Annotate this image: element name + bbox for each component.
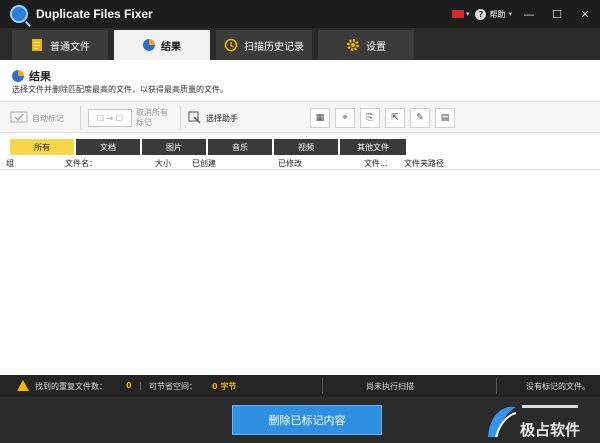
monitor-check-icon — [10, 111, 28, 123]
watermark-text: 极占软件 — [520, 421, 580, 439]
auto-mark-label: 自动标记 — [32, 113, 64, 123]
title-bar: Duplicate Files Fixer ▾ ? 帮助 ▾ — ☐ ✕ — [0, 0, 600, 28]
filter-tab-documents[interactable]: 文档 — [76, 139, 140, 155]
duplicates-count-value: 0 — [126, 381, 132, 390]
grid-icon: ▦ — [315, 113, 325, 123]
export-icon: ⎘ — [366, 113, 374, 123]
page-title: 结果 — [29, 70, 51, 83]
column-header-filename[interactable]: 文件名： — [65, 158, 97, 169]
tab-results[interactable]: 结果 — [114, 30, 210, 60]
filter-tab-other[interactable]: 其他文件 — [340, 139, 406, 155]
close-button[interactable]: ✕ — [574, 4, 596, 24]
status-bar: 找到的重复文件数： 0 | 可节省空间： 0 字节 尚未执行扫描 没有标记的文件… — [0, 375, 600, 397]
space-saved-value: 0 字节 — [212, 382, 237, 391]
space-saved-label: 可节省空间： — [149, 382, 197, 391]
column-header-folder-path[interactable]: 文件夹路径 — [404, 158, 444, 169]
language-selector[interactable]: ▾ — [451, 10, 470, 18]
site-watermark-logo: 极占软件 — [488, 405, 580, 439]
unmark-arrow-icon: ☐ → ☐ — [88, 109, 132, 127]
filter-tab-images[interactable]: 图片 — [142, 139, 206, 155]
column-header-modified[interactable]: 已修改 — [278, 158, 302, 169]
china-flag-icon — [451, 10, 464, 18]
tab-label: 设置 — [366, 41, 386, 53]
gear-icon — [347, 39, 359, 51]
minimize-button[interactable]: — — [518, 4, 540, 24]
filter-tab-bar: 所有 文档 图片 音乐 视频 其他文件 — [0, 137, 600, 156]
duplicates-count-label: 找到的重复文件数： — [35, 382, 107, 391]
export-button[interactable]: ⎘ — [360, 108, 380, 128]
toolbar-divider — [180, 106, 181, 130]
main-tab-bar: 普通文件 结果 扫描历史记录 设置 — [0, 28, 600, 60]
select-assistant-label: 选择助手 — [206, 113, 238, 123]
eraser-icon: ✎ — [416, 113, 424, 123]
help-menu[interactable]: ? 帮助 ▾ — [475, 8, 512, 20]
pie-chart-icon — [143, 39, 155, 51]
select-assistant-icon — [188, 111, 201, 124]
results-list[interactable] — [0, 171, 600, 375]
delete-marked-button[interactable]: 删除已标记内容 — [232, 405, 382, 435]
tab-normal-files[interactable]: 普通文件 — [12, 30, 108, 60]
tab-label: 普通文件 — [50, 41, 90, 53]
location-button[interactable]: ⌖ — [335, 108, 355, 128]
open-external-icon: ⇱ — [391, 113, 399, 123]
column-header-group[interactable]: 组 — [6, 158, 14, 169]
toolbar-divider — [80, 106, 81, 130]
app-title: Duplicate Files Fixer — [36, 7, 153, 21]
warning-icon — [17, 380, 29, 391]
results-subtitle: 选择文件并删除匹配度最高的文件，以获得最高质量的文件。 — [12, 85, 228, 94]
footer-bar: 删除已标记内容 极占软件 — [0, 397, 600, 443]
tab-settings[interactable]: 设置 — [318, 30, 414, 60]
unmark-all-button[interactable]: ☐ → ☐ 取消所有标记 — [88, 106, 174, 130]
tab-scan-history[interactable]: 扫描历史记录 — [216, 30, 312, 60]
history-icon — [224, 38, 238, 52]
auto-mark-button[interactable]: 自动标记 — [10, 106, 64, 130]
app-logo-icon — [10, 5, 28, 23]
column-header-row: 组 文件名： 大小 已创建 已修改 文件... 文件夹路径 — [0, 156, 600, 170]
grid-view-button[interactable]: ▦ — [310, 108, 330, 128]
erase-button[interactable]: ✎ — [410, 108, 430, 128]
tab-label: 结果 — [161, 41, 181, 53]
status-divider — [496, 378, 497, 394]
unmark-all-label: 取消所有标记 — [136, 108, 168, 127]
results-toolbar: 自动标记 ☐ → ☐ 取消所有标记 选择助手 ▦ ⌖ ⎘ ⇱ ✎ ▤ — [0, 101, 600, 133]
pie-chart-icon — [12, 70, 24, 82]
select-assistant-button[interactable]: 选择助手 — [188, 106, 238, 130]
status-divider — [322, 378, 323, 394]
column-header-created[interactable]: 已创建 — [192, 158, 216, 169]
document-icon — [32, 39, 42, 51]
results-heading: 结果 — [12, 68, 51, 84]
report-button[interactable]: ▤ — [435, 108, 455, 128]
column-header-filetype[interactable]: 文件... — [364, 158, 388, 169]
scan-status-text: 尚未执行扫描 — [366, 382, 414, 391]
marked-status-text: 没有标记的文件。 — [526, 382, 590, 391]
filter-tab-all[interactable]: 所有 — [10, 139, 74, 155]
column-header-size[interactable]: 大小 — [155, 158, 171, 169]
title-bar-controls: ▾ ? 帮助 ▾ — ☐ ✕ — [451, 0, 596, 28]
report-icon: ▤ — [440, 113, 450, 123]
maximize-button[interactable]: ☐ — [546, 4, 568, 24]
filter-tab-music[interactable]: 音乐 — [208, 139, 272, 155]
map-pin-icon: ⌖ — [342, 113, 348, 123]
help-label: 帮助 — [489, 9, 506, 19]
open-button[interactable]: ⇱ — [385, 108, 405, 128]
tab-label: 扫描历史记录 — [244, 41, 304, 53]
filter-tab-video[interactable]: 视频 — [274, 139, 338, 155]
status-separator: | — [139, 381, 142, 390]
question-icon: ? — [475, 8, 487, 20]
chevron-down-icon: ▾ — [465, 10, 470, 18]
chevron-down-icon: ▾ — [508, 10, 512, 18]
